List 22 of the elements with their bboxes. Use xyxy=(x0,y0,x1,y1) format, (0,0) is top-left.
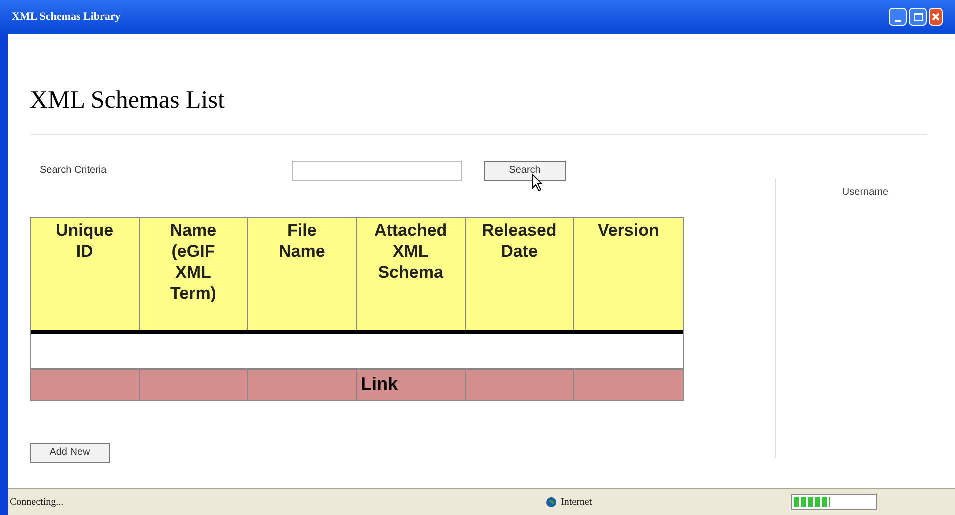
search-button[interactable]: Search xyxy=(484,160,566,180)
window-title: XML Schemas Library xyxy=(12,10,121,25)
column-header: Unique ID xyxy=(31,218,140,330)
search-field[interactable] xyxy=(292,160,462,180)
column-header: Name (eGIF XML Term) xyxy=(140,218,248,330)
add-new-button[interactable]: Add New xyxy=(30,442,110,462)
minimize-button[interactable] xyxy=(889,8,907,26)
column-header: Attached XML Schema xyxy=(356,218,466,330)
search-label: Search Criteria xyxy=(40,164,108,178)
status-text: Connecting... xyxy=(10,496,65,510)
globe-icon xyxy=(546,496,557,508)
zone-text: Internet xyxy=(561,496,594,510)
table-cell: Link xyxy=(356,370,466,400)
username-label: Username xyxy=(842,186,889,200)
close-icon xyxy=(932,13,940,21)
cursor-icon xyxy=(532,174,544,192)
column-header: Version xyxy=(596,220,660,242)
maximize-button[interactable] xyxy=(909,8,927,26)
page-title: XML Schemas List xyxy=(30,34,927,134)
column-header: File Name xyxy=(248,218,357,330)
close-button[interactable] xyxy=(929,8,943,26)
column-header: Released Date xyxy=(466,218,574,330)
